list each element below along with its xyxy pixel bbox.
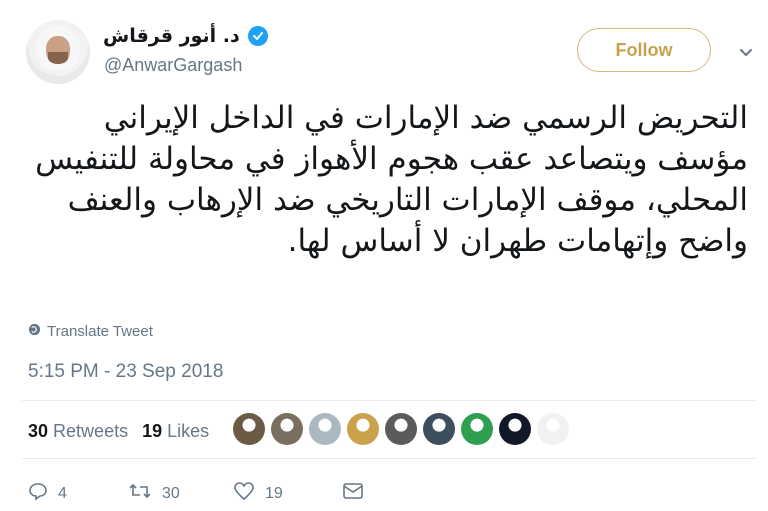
like-button[interactable]: 19 — [233, 481, 342, 506]
likes-stat[interactable]: 19 Likes — [142, 421, 209, 442]
like-count: 19 — [265, 484, 283, 502]
envelope-icon — [342, 482, 364, 505]
heart-icon — [233, 481, 255, 506]
follow-button[interactable]: Follow — [577, 28, 711, 72]
tweet-text: التحريض الرسمي ضد الإمارات في الداخل الإ… — [35, 100, 748, 259]
author-name-row[interactable]: د. أنور قرقاش — [103, 23, 268, 49]
liker-avatars — [233, 413, 569, 445]
author-display-name[interactable]: د. أنور قرقاش — [103, 25, 240, 47]
author-avatar[interactable] — [26, 20, 90, 84]
retweet-count: 30 — [162, 484, 180, 502]
reply-count: 4 — [58, 484, 67, 502]
retweet-button[interactable]: 30 — [128, 481, 233, 506]
reply-button[interactable]: 4 — [28, 481, 128, 506]
avatar-beard — [48, 52, 68, 64]
divider-bottom — [22, 458, 756, 459]
translate-tweet-label[interactable]: Translate Tweet — [47, 323, 153, 340]
liker-avatar[interactable] — [423, 413, 455, 445]
translate-tweet-link[interactable]: Translate Tweet — [28, 323, 153, 340]
retweets-stat[interactable]: 30 Retweets — [28, 421, 128, 442]
liker-avatar[interactable] — [347, 413, 379, 445]
divider-top — [22, 400, 756, 401]
retweet-icon — [128, 481, 152, 506]
tweet-actions: 4 30 19 — [28, 481, 364, 506]
tweet-timestamp[interactable]: 5:15 PM - 23 Sep 2018 — [28, 361, 223, 383]
author-handle[interactable]: @AnwarGargash — [104, 55, 242, 76]
liker-avatar[interactable] — [499, 413, 531, 445]
liker-avatar[interactable] — [271, 413, 303, 445]
liker-avatar[interactable] — [537, 413, 569, 445]
direct-message-button[interactable] — [342, 482, 364, 505]
chevron-down-icon[interactable] — [738, 44, 754, 60]
liker-avatar[interactable] — [461, 413, 493, 445]
liker-avatar[interactable] — [385, 413, 417, 445]
tweet-stats: 30 Retweets 19 Likes — [28, 421, 209, 442]
globe-icon — [28, 323, 41, 340]
liker-avatar[interactable] — [233, 413, 265, 445]
reply-icon — [28, 481, 48, 506]
verified-badge-icon — [247, 26, 268, 46]
liker-avatar[interactable] — [309, 413, 341, 445]
